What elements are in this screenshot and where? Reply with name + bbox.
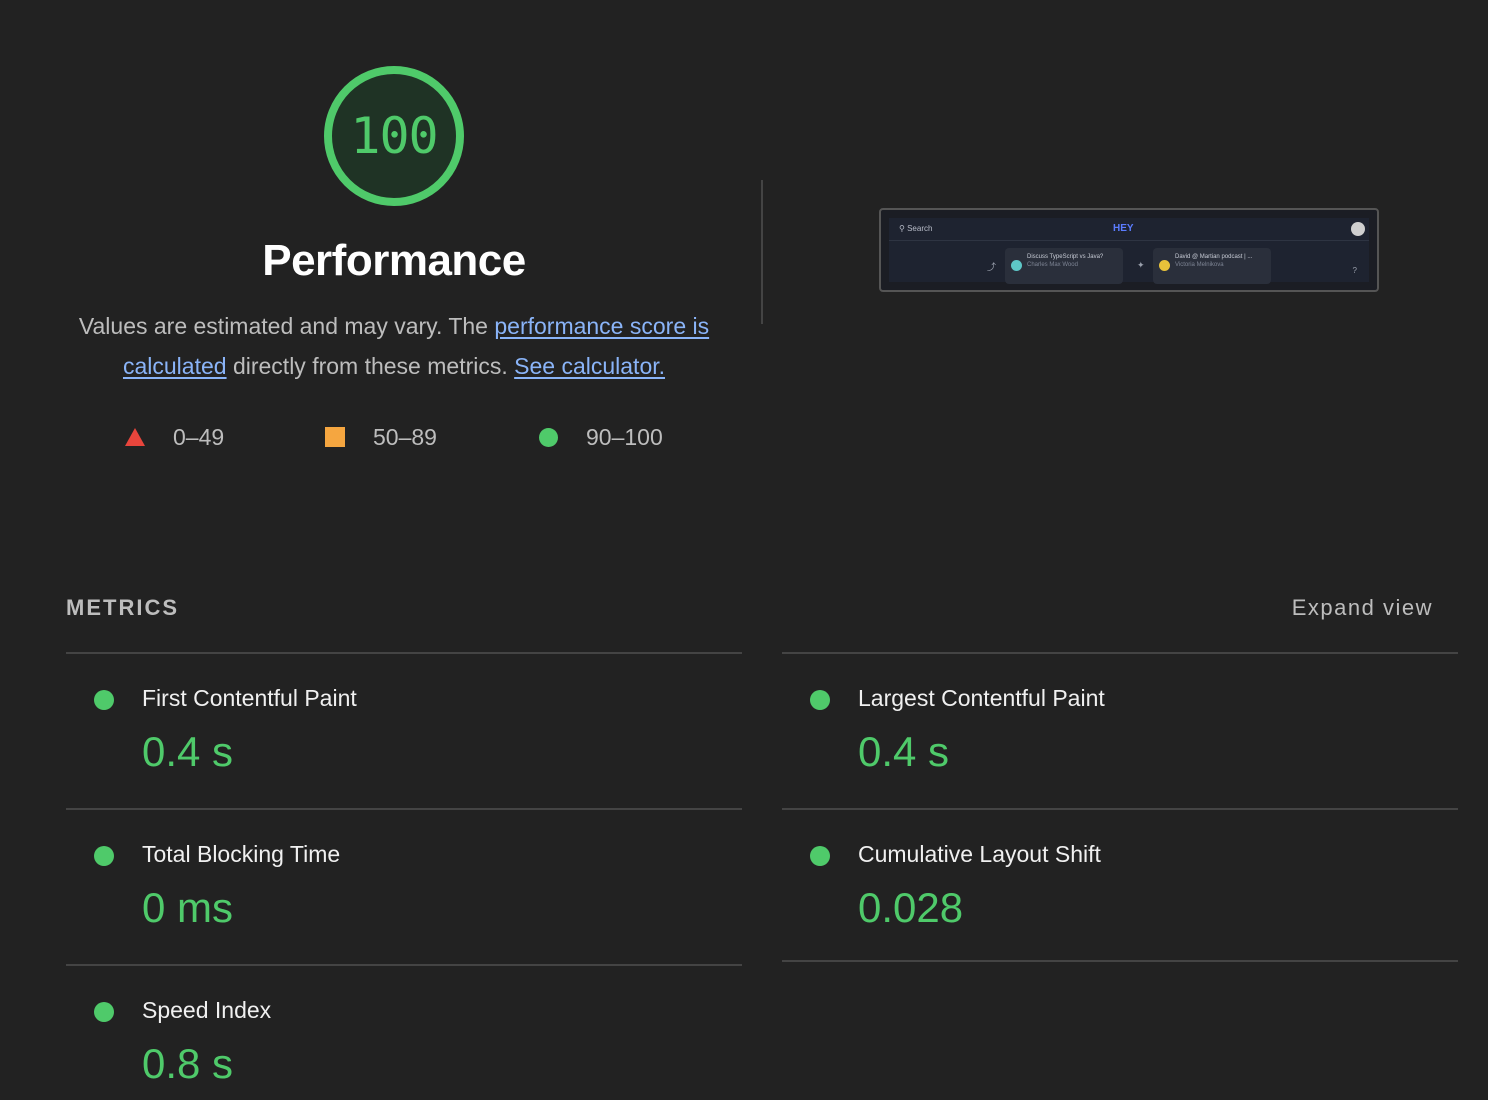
metric-title: First Contentful Paint [142, 685, 357, 711]
pass-status-icon [810, 690, 830, 710]
pass-status-icon [810, 846, 830, 866]
see-calculator-link[interactable]: See calculator. [514, 353, 665, 379]
pass-status-icon [94, 690, 114, 710]
legend-item-fail: 0–49 [125, 420, 224, 454]
avatar [1159, 260, 1170, 271]
metric-cumulative-layout-shift: Cumulative Layout Shift 0.028 [782, 808, 1458, 962]
metric-value: 0 ms [142, 884, 234, 931]
thumbnail-topbar: ⚲ Search HEY [889, 218, 1369, 241]
card-title: Discuss TypeScript vs Java? [1027, 254, 1104, 260]
circle-icon [539, 427, 558, 447]
metric-first-contentful-paint: First Contentful Paint 0.4 s [66, 652, 742, 806]
avatar [1011, 260, 1022, 271]
metric-value: 0.8 s [142, 1040, 234, 1087]
card-subtitle: Charles Max Wood [1027, 262, 1078, 268]
score-value: 100 [350, 107, 438, 165]
metrics-header: METRICS [66, 595, 179, 620]
description-text: Values are estimated and may vary. The [78, 313, 495, 339]
pin-icon: ✦ [1137, 260, 1145, 270]
thumbnail-card: Discuss TypeScript vs Java? Charles Max … [1005, 248, 1123, 284]
pass-status-icon [94, 846, 114, 866]
pass-status-icon [94, 1002, 114, 1022]
metric-value: 0.028 [858, 884, 964, 931]
score-description: Values are estimated and may vary. The p… [60, 306, 728, 386]
score-scale-legend: 0–49 50–89 90–100 [0, 420, 760, 454]
metric-value: 0.4 s [858, 728, 950, 775]
card-subtitle: Victoria Melnikova [1175, 262, 1224, 268]
pin-icon: ⤴ [987, 262, 997, 272]
metric-largest-contentful-paint: Largest Contentful Paint 0.4 s [782, 652, 1458, 806]
metric-title: Speed Index [142, 997, 272, 1023]
help-icon: ? [1352, 266, 1357, 275]
thumbnail-logo: HEY [1113, 223, 1134, 234]
metric-title: Cumulative Layout Shift [858, 841, 1101, 867]
avatar [1351, 222, 1365, 236]
metric-value: 0.4 s [142, 728, 234, 775]
thumbnail-page: ⚲ Search HEY ⤴ Discuss TypeScript vs Jav… [889, 218, 1369, 284]
final-screenshot-thumbnail[interactable]: ⚲ Search HEY ⤴ Discuss TypeScript vs Jav… [879, 208, 1379, 292]
description-text: directly from these metrics. [226, 353, 515, 379]
vertical-divider [761, 180, 763, 324]
metric-total-blocking-time: Total Blocking Time 0 ms [66, 808, 742, 962]
triangle-icon [125, 428, 145, 446]
thumbnail-card: David @ Martian podcast | ... Victoria M… [1153, 248, 1271, 284]
expand-view-toggle[interactable]: Expand view [1292, 595, 1433, 621]
card-title: David @ Martian podcast | ... [1175, 254, 1253, 260]
legend-item-pass: 90–100 [539, 420, 663, 454]
thumbnail-search: ⚲ Search [899, 224, 933, 233]
square-icon [325, 427, 345, 447]
metric-title: Total Blocking Time [142, 841, 341, 867]
metric-title: Largest Contentful Paint [858, 685, 1105, 711]
performance-score-gauge: 100 [322, 64, 466, 208]
legend-range: 0–49 [173, 423, 225, 450]
lighthouse-report: 100 Performance Values are estimated and… [0, 0, 1488, 1100]
metric-speed-index: Speed Index 0.8 s [66, 964, 742, 1100]
legend-range: 90–100 [586, 423, 663, 450]
legend-item-average: 50–89 [325, 420, 437, 454]
legend-range: 50–89 [373, 423, 437, 450]
category-title: Performance [262, 236, 526, 285]
